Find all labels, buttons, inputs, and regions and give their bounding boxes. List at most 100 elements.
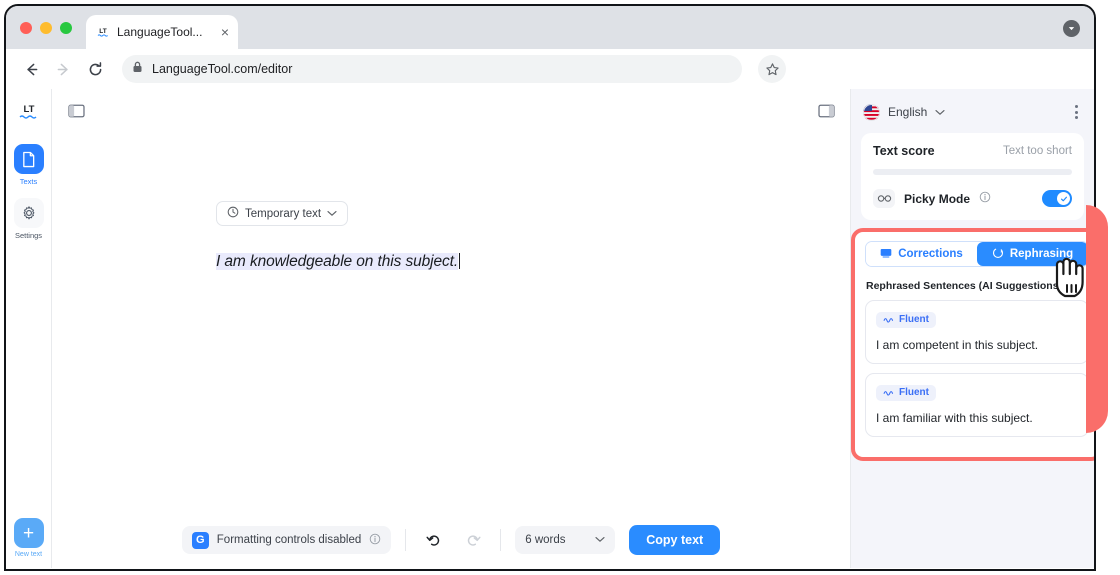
back-arrow-icon [26,63,37,75]
wave-icon [883,318,894,323]
lt-favicon-icon: LT [95,25,110,40]
minimize-window-button[interactable] [40,22,52,34]
sidebar-header: English [861,101,1084,133]
google-docs-icon: G [191,531,209,549]
fluent-badge: Fluent [876,384,936,401]
temporary-text-chip[interactable]: Temporary text [216,201,349,226]
fluent-badge: Fluent [876,311,936,328]
chevron-down-icon [327,208,337,220]
gear-icon [13,198,44,228]
picky-mode-label: Picky Mode [904,191,971,206]
forward-button[interactable] [50,56,76,82]
text-caret [459,253,461,269]
info-icon[interactable] [979,190,991,208]
corrections-icon [880,248,892,261]
temporary-text-label: Temporary text [245,207,322,220]
sidebar-item-texts-label: Texts [19,177,38,186]
formatting-status-label: Formatting controls disabled [216,534,362,546]
new-text-label: New text [14,551,43,558]
word-count-value: 6 words [525,534,566,546]
text-score-row: Text score Text too short [873,144,1072,158]
language-selector[interactable]: English [863,103,945,121]
text-score-card: Text score Text too short Picky Mode [861,133,1084,220]
maximize-window-button[interactable] [60,22,72,34]
highlight-glow [1086,205,1108,433]
text-score-title: Text score [873,144,935,158]
reload-button[interactable] [82,56,108,82]
address-bar-url: LanguageTool.com/editor [152,62,293,76]
new-text-button[interactable]: + New text [13,518,44,558]
sidebar-item-texts[interactable]: Texts [13,144,44,186]
tab-strip: LT LanguageTool... × [6,6,1094,49]
screenshot-root: LT LanguageTool... × LanguageTool.com/ed… [0,0,1120,575]
suggestion-text: I am familiar with this subject. [876,411,1033,425]
tab-corrections-label: Corrections [898,248,963,260]
toolbar-divider [405,529,407,551]
sidebar-item-settings-label: Settings [14,231,43,240]
browser-tab[interactable]: LT LanguageTool... × [86,15,238,49]
suggestion-text: I am competent in this subject. [876,338,1039,352]
mouse-cursor-icon [1048,254,1088,305]
info-icon[interactable] [369,533,381,548]
plus-icon: + [13,518,44,548]
close-window-button[interactable] [20,22,32,34]
right-sidebar: English Text score Text too short Picky … [850,89,1094,568]
copy-text-button[interactable]: Copy text [629,525,721,555]
address-bar[interactable]: LanguageTool.com/editor [122,55,742,83]
panel-right-icon[interactable] [814,99,838,123]
rephrasing-icon [992,247,1004,262]
document-area: Temporary text I am knowledgeable on thi… [216,201,810,271]
svg-text:LT: LT [23,104,34,115]
wave-icon [883,391,894,396]
forward-arrow-icon [57,63,68,75]
editor-text: I am knowledgeable on this subject. [216,253,459,270]
picky-mode-row: Picky Mode [873,189,1072,208]
close-icon[interactable]: × [221,25,229,39]
svg-text:LT: LT [99,28,106,35]
editor-text-block[interactable]: I am knowledgeable on this subject. [216,253,810,271]
sidebar-item-settings[interactable]: Settings [13,198,44,240]
bookmark-button[interactable] [758,55,786,83]
redo-icon [467,534,481,546]
toggle-knob [1057,192,1070,205]
undo-icon [426,534,439,546]
reload-arrow-icon [89,61,101,75]
tab-title: LanguageTool... [117,25,203,39]
language-name: English [888,105,928,119]
app-body: LT Texts Settings + New text Temporary t… [6,89,1094,568]
word-count-select[interactable]: 6 words [515,526,616,554]
redo-button[interactable] [460,527,486,553]
panel-left-icon[interactable] [64,99,88,123]
left-rail: LT Texts Settings + New text [6,89,52,568]
bottom-toolbar: G Formatting controls disabled 6 words C… [52,512,850,568]
clock-icon [227,206,239,221]
formatting-status-pill[interactable]: G Formatting controls disabled [181,526,392,554]
fluent-badge-label: Fluent [899,314,929,325]
text-score-progressbar [873,169,1072,175]
undo-button[interactable] [420,527,446,553]
list-item[interactable]: Fluent I am familiar with this subject. [865,373,1089,437]
fluent-badge-label: Fluent [899,387,929,398]
list-item[interactable]: Fluent I am competent in this subject. [865,300,1089,364]
us-flag-icon [863,103,880,121]
editor-column: Temporary text I am knowledgeable on thi… [52,89,850,568]
chevron-down-icon [595,534,605,546]
kebab-menu-icon[interactable] [1071,101,1082,123]
window-controls [6,22,72,49]
document-icon [13,144,44,174]
chevron-down-icon [1068,27,1075,31]
lt-logo-icon: LT [16,101,42,126]
navigation-bar: LanguageTool.com/editor [6,49,1094,89]
lock-icon [132,60,143,78]
back-button[interactable] [18,56,44,82]
star-icon [765,62,779,75]
browser-window: LT LanguageTool... × LanguageTool.com/ed… [4,4,1096,571]
chevron-down-icon [935,103,945,121]
window-menu-button[interactable] [1063,20,1080,37]
rephrasing-panel: Corrections Rephrasing Rephrased Sentenc… [851,228,1094,461]
picky-mode-toggle[interactable] [1042,190,1072,207]
glasses-icon [873,189,895,208]
tab-corrections[interactable]: Corrections [866,242,977,266]
text-score-status: Text too short [1002,145,1072,157]
toolbar-divider-2 [500,529,502,551]
